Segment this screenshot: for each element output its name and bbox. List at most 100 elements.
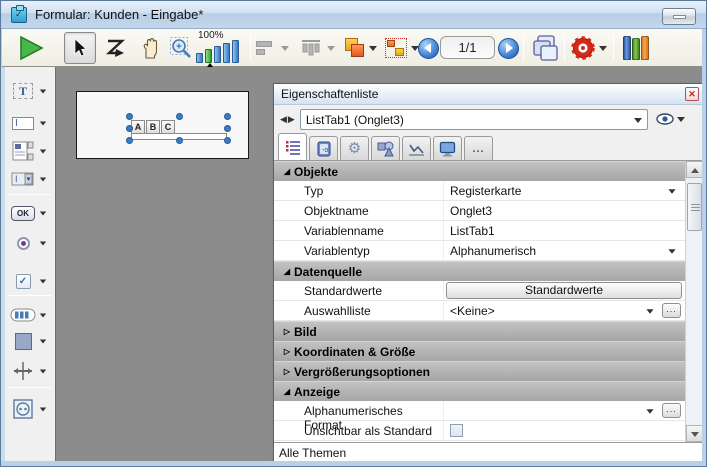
chevron-down-icon (40, 339, 46, 343)
splitter-tool[interactable] (9, 359, 53, 383)
prev-next-object-icons[interactable]: ◀▶ (280, 114, 296, 125)
align-dropdown[interactable] (278, 32, 292, 64)
alpha-format-more-button[interactable]: ... (662, 403, 681, 418)
tab-data-source[interactable]: -o (309, 136, 338, 160)
selection-handle[interactable] (176, 137, 183, 144)
section-header-datenquelle[interactable]: ◢ Datenquelle (274, 261, 686, 281)
align-button[interactable] (254, 32, 278, 64)
form-pages-button[interactable] (528, 32, 562, 64)
group-button[interactable] (382, 32, 410, 64)
distribute-dropdown[interactable] (324, 32, 338, 64)
typ-dropdown[interactable]: Registerkarte (444, 181, 686, 200)
select-tool-button[interactable] (64, 32, 96, 64)
minimize-icon (673, 15, 686, 19)
selection-handle[interactable] (224, 137, 231, 144)
close-icon[interactable]: ✕ (685, 87, 699, 101)
svg-text:-o: -o (322, 147, 328, 154)
scroll-up-button[interactable] (686, 161, 703, 178)
button-bar-tool[interactable] (9, 303, 53, 327)
object-tool-palette: T I I OK ✓ (5, 67, 56, 463)
grid-scrollbar[interactable] (685, 161, 702, 442)
chevron-down-icon (40, 211, 46, 215)
plugin-tool-icon (9, 399, 37, 419)
hand-icon (139, 37, 162, 60)
tab-control-object[interactable]: A B C (129, 116, 229, 143)
arrow-cursor-icon (72, 38, 88, 58)
expander-icon: ▷ (280, 347, 294, 356)
page-prev-icon (418, 38, 439, 59)
theme-filter-status[interactable]: Alle Themen (274, 442, 703, 463)
minimize-button[interactable] (662, 8, 696, 25)
checkbox-tool-icon: ✓ (9, 274, 37, 289)
selection-handle[interactable] (176, 113, 183, 120)
preferences-button[interactable] (569, 32, 597, 64)
combo-box-tool[interactable]: I (9, 167, 53, 191)
toolbar-separator (250, 35, 251, 61)
tab-appearance[interactable] (433, 136, 462, 160)
tab-property-list[interactable] (278, 133, 307, 160)
tab-options[interactable]: ⚙ (340, 136, 369, 160)
pan-tool-button[interactable] (134, 32, 166, 64)
property-row-standardwerte: Standardwerte Standardwerte (274, 281, 686, 301)
preferences-dropdown[interactable] (596, 32, 610, 64)
previous-page-button[interactable] (416, 36, 440, 60)
section-header-anzeige[interactable]: ◢ Anzeige (274, 381, 686, 401)
chevron-down-icon[interactable] (677, 117, 685, 122)
chevron-down-icon (599, 46, 607, 51)
selection-handle[interactable] (224, 113, 231, 120)
scroll-down-button[interactable] (686, 425, 703, 442)
auswahlliste-more-button[interactable]: ... (662, 303, 681, 318)
objektname-field[interactable]: Onglet3 (444, 201, 686, 220)
distribute-button[interactable] (296, 32, 326, 64)
push-button-tool[interactable]: OK (9, 201, 53, 225)
entry-order-tool-button[interactable] (100, 32, 132, 64)
alpha-format-dropdown[interactable]: ... (444, 401, 686, 420)
unsichtbar-checkbox[interactable] (450, 424, 463, 437)
entry-order-icon (104, 38, 128, 58)
page-indicator[interactable]: 1/1 (440, 36, 495, 59)
plugin-area-tool[interactable] (9, 397, 53, 421)
group-icon (385, 38, 407, 58)
section-header-vergroesserung[interactable]: ▷ Vergrößerungsoptionen (274, 361, 686, 381)
next-page-button[interactable] (496, 36, 520, 60)
monitor-icon (439, 141, 456, 157)
magnifier-icon (169, 36, 194, 61)
chevron-down-icon (40, 241, 46, 245)
radio-button-tool[interactable] (9, 231, 53, 255)
static-text-tool[interactable]: T (9, 79, 53, 103)
list-box-tool[interactable] (9, 139, 53, 163)
input-field-tool[interactable]: I (9, 111, 53, 135)
panel-title-bar[interactable]: Eigenschaftenliste ✕ (274, 84, 703, 105)
selection-handle[interactable] (126, 113, 133, 120)
section-header-koordinaten[interactable]: ▷ Koordinaten & Größe (274, 341, 686, 361)
tab-more[interactable]: ... (464, 136, 493, 160)
title-bar[interactable]: Formular: Kunden - Eingabe* (1, 1, 707, 29)
object-selector-row: ◀▶ ListTab1 (Onglet3) (274, 105, 703, 133)
selection-handle[interactable] (126, 125, 133, 132)
rectangle-tool[interactable] (9, 329, 53, 353)
auswahlliste-dropdown[interactable]: <Keine>... (444, 301, 686, 320)
object-level-button[interactable] (340, 32, 368, 64)
tab-objects[interactable] (371, 136, 400, 160)
selection-handle[interactable] (126, 137, 133, 144)
selected-object-label: ListTab1 (Onglet3) (306, 113, 404, 127)
section-header-objekte[interactable]: ◢ Objekte (274, 161, 686, 181)
chevron-down-icon (668, 249, 675, 254)
tab-events[interactable] (402, 136, 431, 160)
scrollbar-thumb[interactable] (687, 183, 702, 231)
zoom-tool-button[interactable] (166, 32, 196, 64)
variablenname-field[interactable]: ListTab1 (444, 221, 686, 240)
section-header-bild[interactable]: ▷ Bild (274, 321, 686, 341)
object-level-dropdown[interactable] (366, 32, 380, 64)
object-selector-dropdown[interactable]: ListTab1 (Onglet3) (300, 109, 648, 130)
zoom-level-control[interactable]: 100% (196, 31, 248, 65)
run-button[interactable] (14, 32, 48, 64)
variablentyp-dropdown[interactable]: Alphanumerisch (444, 241, 686, 260)
eye-icon[interactable] (656, 113, 674, 125)
selection-handle[interactable] (224, 125, 231, 132)
form-page[interactable]: A B C (76, 91, 249, 159)
check-box-tool[interactable]: ✓ (9, 269, 53, 293)
standardwerte-button[interactable]: Standardwerte (446, 282, 682, 299)
explorer-button[interactable] (618, 32, 654, 64)
panel-title: Eigenschaftenliste (281, 87, 378, 101)
